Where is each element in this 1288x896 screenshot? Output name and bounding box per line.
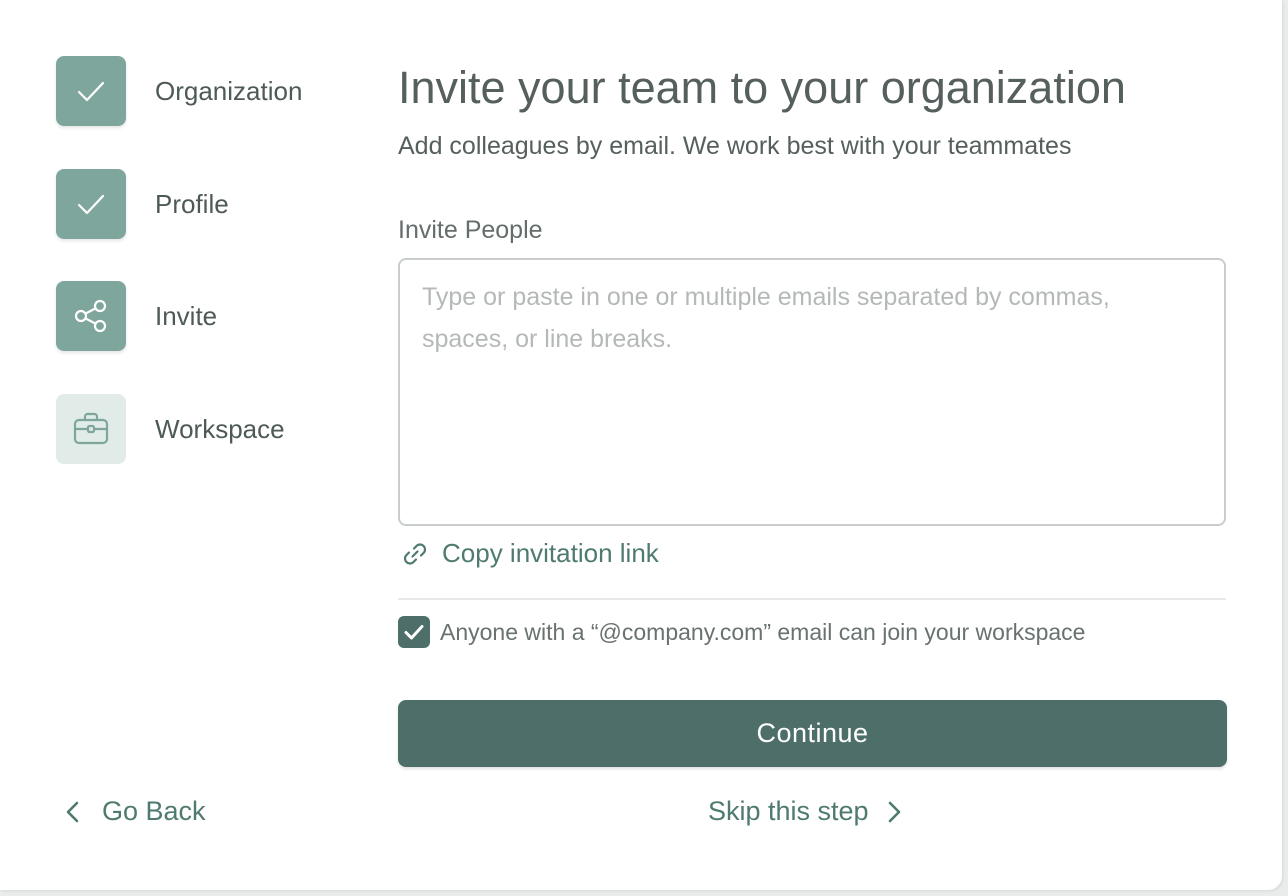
step-workspace[interactable]: Workspace — [56, 394, 285, 464]
step-organization[interactable]: Organization — [56, 56, 302, 126]
page-subtitle: Add colleagues by email. We work best wi… — [398, 132, 1072, 160]
invite-emails-input[interactable] — [398, 258, 1226, 526]
continue-button[interactable]: Continue — [398, 700, 1227, 767]
invite-people-label: Invite People — [398, 216, 543, 244]
step-invite-label: Invite — [155, 300, 218, 331]
step-organization-label: Organization — [155, 75, 303, 106]
check-icon — [77, 81, 105, 102]
briefcase-icon — [73, 412, 109, 445]
step-invite[interactable]: Invite — [56, 281, 217, 351]
skip-step-button[interactable]: Skip this step — [708, 796, 905, 827]
divider — [398, 598, 1226, 600]
onboarding-card: Organization Profile Invite Workspace In… — [0, 0, 1282, 890]
check-icon — [77, 194, 105, 215]
step-organization-badge — [56, 56, 126, 126]
step-workspace-label: Workspace — [155, 413, 285, 444]
step-profile-badge — [56, 169, 126, 239]
step-profile[interactable]: Profile — [56, 169, 229, 239]
skip-step-label: Skip this step — [708, 796, 869, 826]
chevron-right-icon — [888, 801, 900, 822]
go-back-label: Go Back — [102, 796, 206, 826]
chevron-left-icon — [66, 801, 79, 822]
link-icon — [403, 542, 427, 565]
go-back-button[interactable]: Go Back — [62, 796, 206, 827]
copy-invitation-link[interactable]: Copy invitation link — [400, 538, 659, 569]
step-profile-label: Profile — [155, 188, 229, 219]
page-title: Invite your team to your organization — [398, 62, 1126, 113]
step-invite-badge — [56, 281, 126, 351]
check-icon — [404, 625, 424, 640]
copy-invitation-link-label: Copy invitation link — [442, 538, 659, 568]
share-icon — [74, 299, 107, 333]
domain-join-checkbox[interactable] — [398, 616, 430, 648]
domain-join-option: Anyone with a “@company.com” email can j… — [398, 616, 1085, 648]
domain-join-label: Anyone with a “@company.com” email can j… — [440, 618, 1086, 645]
step-workspace-badge — [56, 394, 126, 464]
